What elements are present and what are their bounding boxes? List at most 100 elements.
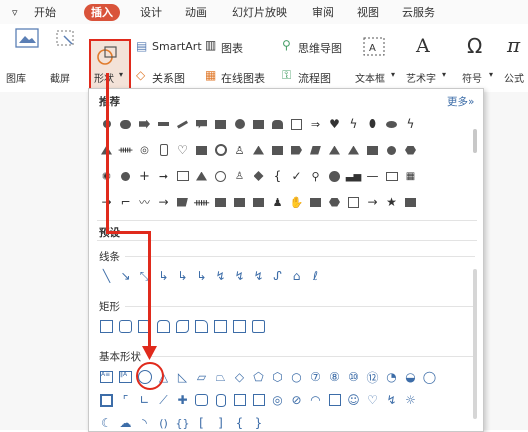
shape-brace-pair[interactable]: {}: [173, 414, 192, 432]
rect-round-two[interactable]: [211, 317, 230, 335]
shape-check[interactable]: ✓: [287, 167, 306, 185]
mindmap-icon[interactable]: ⚲: [282, 38, 291, 52]
line-curve[interactable]: ↯: [211, 267, 230, 285]
shape-diagonal-stripe[interactable]: ⟋: [154, 391, 173, 409]
shape-rect-2[interactable]: [192, 141, 211, 159]
shape-triangle-solid[interactable]: [192, 167, 211, 185]
shape-trapezoid[interactable]: ⏢: [211, 368, 230, 386]
shapes-icon[interactable]: [96, 44, 120, 68]
omega-icon[interactable]: Ω: [467, 34, 482, 58]
shape-banner[interactable]: [249, 115, 268, 133]
shape-lightning[interactable]: ϟ: [401, 115, 420, 133]
line-elbow-arrow[interactable]: ↳: [173, 267, 192, 285]
textbox-label[interactable]: 文本框: [355, 70, 385, 85]
shape-star[interactable]: ★: [382, 193, 401, 211]
line-curve-arrow[interactable]: ↯: [230, 267, 249, 285]
shape-square-outline[interactable]: [287, 115, 306, 133]
symbol-label[interactable]: 符号: [462, 70, 482, 85]
shape-donut[interactable]: ◎: [268, 391, 287, 409]
shape-textbox-v[interactable]: ‖A: [116, 368, 135, 386]
shape-parallelogram[interactable]: [306, 141, 325, 159]
shape-bevel[interactable]: [249, 391, 268, 409]
shape-cloud-small[interactable]: [268, 115, 287, 133]
shape-arrow-thin[interactable]: ⇒: [306, 115, 325, 133]
textbox-dropdown-icon[interactable]: ▾: [391, 70, 395, 79]
shape-question[interactable]: [325, 167, 344, 185]
shape-hand[interactable]: ✋: [287, 193, 306, 211]
shape-octagon[interactable]: ⑦: [306, 368, 325, 386]
shape-sun-basic[interactable]: ☼: [401, 391, 420, 409]
shape-circle-outline[interactable]: [211, 167, 230, 185]
line-elbow-double[interactable]: ↳: [192, 267, 211, 285]
shape-dodecagon-2[interactable]: ⑫: [363, 368, 382, 386]
line-double-arrow[interactable]: ⤡: [135, 267, 154, 285]
shape-arc[interactable]: ◝: [135, 414, 154, 432]
shape-hexagon-outline[interactable]: ⬡: [268, 368, 287, 386]
tab-home[interactable]: 开始: [34, 4, 56, 21]
tab-cloud[interactable]: 云服务: [402, 4, 435, 21]
online-chart-icon[interactable]: ▦: [205, 68, 216, 82]
shape-textbox-h[interactable]: A≡: [97, 368, 116, 386]
gallery-label[interactable]: 图库: [6, 70, 26, 85]
chart-icon[interactable]: ▥: [205, 38, 216, 52]
shape-rect-4[interactable]: [211, 193, 230, 211]
shape-rect-3[interactable]: [268, 141, 287, 159]
shape-minus[interactable]: —: [363, 167, 382, 185]
mindmap-label[interactable]: 思维导图: [298, 40, 342, 56]
shape-comment[interactable]: [173, 167, 192, 185]
shape-elbow[interactable]: ⌐: [116, 193, 135, 211]
smartart-icon[interactable]: ▤: [136, 39, 147, 53]
shape-people[interactable]: ᚔ: [116, 141, 135, 159]
shape-person[interactable]: ♙: [230, 141, 249, 159]
line-freeform-curve[interactable]: ᔑ: [268, 267, 287, 285]
shape-right-bracket[interactable]: ]: [211, 414, 230, 432]
shape-rect-5[interactable]: [230, 193, 249, 211]
shape-edit-box[interactable]: [344, 193, 363, 211]
formula-label[interactable]: 公式: [504, 70, 524, 85]
shape-arrow-long[interactable]: ➞: [154, 167, 173, 185]
more-link[interactable]: 更多»: [447, 94, 474, 109]
pi-icon[interactable]: π: [507, 33, 520, 57]
preset-scrollbar[interactable]: [473, 269, 477, 419]
shape-arrow-3[interactable]: →: [154, 193, 173, 211]
rect-round-one[interactable]: [192, 317, 211, 335]
recommended-scrollbar[interactable]: [473, 129, 477, 153]
tab-insert[interactable]: 插入: [84, 4, 120, 21]
shape-smiley[interactable]: ☺: [344, 391, 363, 409]
shape-heart-basic[interactable]: ♡: [363, 391, 382, 409]
quick-access-dropdown-icon[interactable]: ▿: [12, 4, 18, 21]
shape-arrow-right[interactable]: [135, 115, 154, 133]
online-chart-label[interactable]: 在线图表: [221, 70, 265, 86]
flowchart-icon[interactable]: ⚿: [282, 68, 291, 83]
symbol-dropdown-icon[interactable]: ▾: [489, 70, 493, 79]
line-elbow[interactable]: ↳: [154, 267, 173, 285]
shape-triangle-3[interactable]: [325, 141, 344, 159]
shape-callout[interactable]: [192, 115, 211, 133]
shape-rect-8[interactable]: [401, 193, 420, 211]
shape-cube[interactable]: [230, 391, 249, 409]
line-curve-double[interactable]: ↯: [249, 267, 268, 285]
relation-label[interactable]: 关系图: [152, 70, 185, 86]
shape-circle-1[interactable]: [230, 115, 249, 133]
shape-half-frame[interactable]: ⌜: [116, 391, 135, 409]
smartart-label[interactable]: SmartArt: [152, 40, 202, 53]
shape-hexagon[interactable]: [401, 141, 420, 159]
shape-chord[interactable]: ◒: [401, 368, 420, 386]
rect-snip-diag[interactable]: [173, 317, 192, 335]
textbox-icon[interactable]: A: [362, 36, 386, 58]
shape-circle-2[interactable]: [382, 141, 401, 159]
shapes-label[interactable]: 形状: [94, 70, 114, 85]
shape-chart-bar[interactable]: ▃▅: [344, 167, 363, 185]
shape-plaque[interactable]: [192, 391, 211, 409]
shape-cross[interactable]: ✚: [173, 391, 192, 409]
shape-pentagon[interactable]: [287, 141, 306, 159]
shape-folded-corner[interactable]: [325, 391, 344, 409]
shape-phone[interactable]: [154, 141, 173, 159]
screenshot-icon[interactable]: [54, 28, 78, 50]
rect-snip-two[interactable]: [154, 317, 173, 335]
rect-round-all[interactable]: [249, 317, 268, 335]
rect-basic[interactable]: [97, 317, 116, 335]
flowchart-label[interactable]: 流程图: [298, 70, 331, 86]
shape-arrow-4[interactable]: →: [363, 193, 382, 211]
shape-right-brace[interactable]: }: [249, 414, 268, 432]
